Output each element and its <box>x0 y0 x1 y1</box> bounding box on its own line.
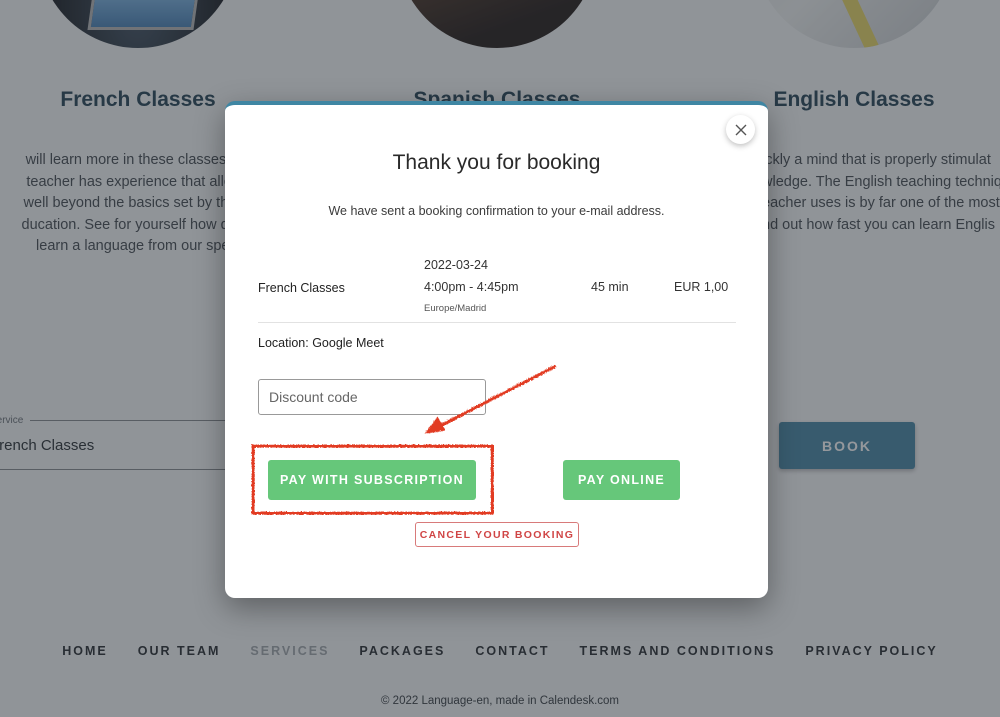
booking-duration: 45 min <box>591 280 629 294</box>
booking-time: 4:00pm - 4:45pm <box>424 280 519 294</box>
booking-location: Location: Google Meet <box>258 336 384 350</box>
discount-code-input[interactable] <box>258 379 486 415</box>
close-icon <box>735 124 746 135</box>
divider <box>258 322 736 323</box>
booking-date: 2022-03-24 <box>424 258 488 272</box>
pay-online-button[interactable]: PAY ONLINE <box>563 460 680 500</box>
close-button[interactable] <box>726 115 755 144</box>
booking-timezone: Europe/Madrid <box>424 303 487 314</box>
dialog-title: Thank you for booking <box>392 151 601 174</box>
booking-summary-row: French Classes 2022-03-24 4:00pm - 4:45p… <box>258 258 735 324</box>
booking-price: EUR 1,00 <box>674 280 729 294</box>
booking-confirmation-dialog: Thank you for booking We have sent a boo… <box>225 101 768 598</box>
booking-service: French Classes <box>258 281 345 295</box>
cancel-booking-button[interactable]: CANCEL YOUR BOOKING <box>415 522 579 547</box>
annotation-highlight-box <box>251 444 493 514</box>
dialog-subtitle: We have sent a booking confirmation to y… <box>328 204 665 218</box>
